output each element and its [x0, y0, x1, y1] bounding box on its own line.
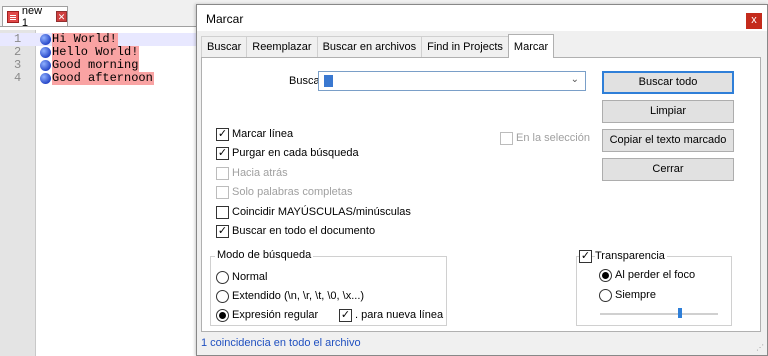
- whole-words-label: Solo palabras completas: [232, 186, 353, 198]
- resize-grip-icon[interactable]: ⋰: [756, 343, 764, 352]
- purge-label: Purgar en cada búsqueda: [232, 147, 359, 159]
- file-tab-label: new 1: [21, 4, 43, 29]
- tab-buscar-en-archivos[interactable]: Buscar en archivos: [316, 36, 423, 58]
- wrap-around-checkbox[interactable]: [216, 225, 229, 238]
- transparency-label: Transparencia: [595, 250, 667, 262]
- bookmark-icon: [40, 34, 51, 45]
- tab-marcar[interactable]: Marcar: [507, 34, 555, 58]
- mark-line-checkbox[interactable]: [216, 128, 229, 141]
- close-tab-icon[interactable]: ✕: [56, 11, 67, 22]
- transparency-slider-track[interactable]: [600, 313, 718, 315]
- whole-words-checkbox[interactable]: [216, 186, 229, 199]
- transparency-slider-thumb[interactable]: [678, 308, 683, 318]
- in-selection-checkbox[interactable]: [500, 132, 513, 145]
- editor-pane: new 1 ✕ 1 Hi World! 2 Hello World! 3 Goo…: [0, 0, 200, 356]
- bookmark-icon: [40, 73, 51, 84]
- purge-checkbox[interactable]: [216, 147, 229, 160]
- search-mode-title: Modo de búsqueda: [215, 249, 314, 261]
- match-case-label: Coincidir MAYÚSCULAS/minúsculas: [232, 206, 411, 218]
- mark-panel: Buscar: ⌄ Buscar todo Limpiar Copiar el …: [201, 57, 761, 332]
- mark-line-label: Marcar línea: [232, 128, 294, 140]
- backward-label: Hacia atrás: [232, 167, 288, 179]
- dialog-tabs: Buscar Reemplazar Buscar en archivos Fin…: [201, 34, 555, 58]
- dialog-titlebar[interactable]: Marcar x: [197, 5, 767, 31]
- match-case-checkbox[interactable]: [216, 206, 229, 219]
- in-selection-label: En la selección: [516, 132, 590, 144]
- close-button[interactable]: Cerrar: [602, 158, 734, 181]
- file-tab[interactable]: new 1 ✕: [2, 4, 68, 29]
- line-number: 4: [14, 71, 22, 85]
- regex-label: Expresión regular: [232, 309, 319, 321]
- always-label: Siempre: [615, 289, 656, 301]
- chevron-down-icon[interactable]: ⌄: [571, 74, 579, 85]
- dot-newline-label: . para nueva línea: [355, 309, 444, 321]
- wrap-around-label: Buscar en todo el documento: [232, 225, 376, 237]
- search-input[interactable]: ⌄: [318, 71, 586, 91]
- tab-buscar[interactable]: Buscar: [201, 36, 248, 58]
- tab-reemplazar[interactable]: Reemplazar: [246, 36, 318, 58]
- on-lose-focus-radio[interactable]: [599, 269, 612, 282]
- extended-label: Extendido (\n, \r, \t, \0, \x...): [232, 290, 365, 302]
- dot-newline-checkbox[interactable]: [339, 309, 352, 322]
- text-cursor: [324, 75, 333, 87]
- mark-dialog: Marcar x Buscar Reemplazar Buscar en arc…: [196, 4, 768, 356]
- normal-radio[interactable]: [216, 271, 229, 284]
- always-radio[interactable]: [599, 289, 612, 302]
- code-line[interactable]: 4 Good afternoon: [0, 72, 200, 85]
- dialog-close-button[interactable]: x: [746, 13, 762, 29]
- extended-radio[interactable]: [216, 290, 229, 303]
- regex-radio[interactable]: [216, 309, 229, 322]
- bookmark-icon: [40, 60, 51, 71]
- normal-label: Normal: [232, 271, 268, 283]
- code-area[interactable]: 1 Hi World! 2 Hello World! 3 Good mornin…: [0, 30, 200, 356]
- backward-checkbox[interactable]: [216, 167, 229, 180]
- find-all-button[interactable]: Buscar todo: [602, 71, 734, 94]
- copy-marked-button[interactable]: Copiar el texto marcado: [602, 129, 734, 152]
- status-message: 1 coincidencia en todo el archivo: [201, 337, 361, 349]
- code-text: Good afternoon: [52, 71, 154, 85]
- transparency-checkbox[interactable]: [579, 250, 592, 263]
- tab-find-in-projects[interactable]: Find in Projects: [421, 36, 509, 58]
- dialog-title: Marcar: [206, 12, 244, 26]
- bookmark-icon: [40, 47, 51, 58]
- on-lose-focus-label: Al perder el foco: [615, 269, 696, 281]
- unsaved-file-icon: [7, 10, 19, 23]
- clear-button[interactable]: Limpiar: [602, 100, 734, 123]
